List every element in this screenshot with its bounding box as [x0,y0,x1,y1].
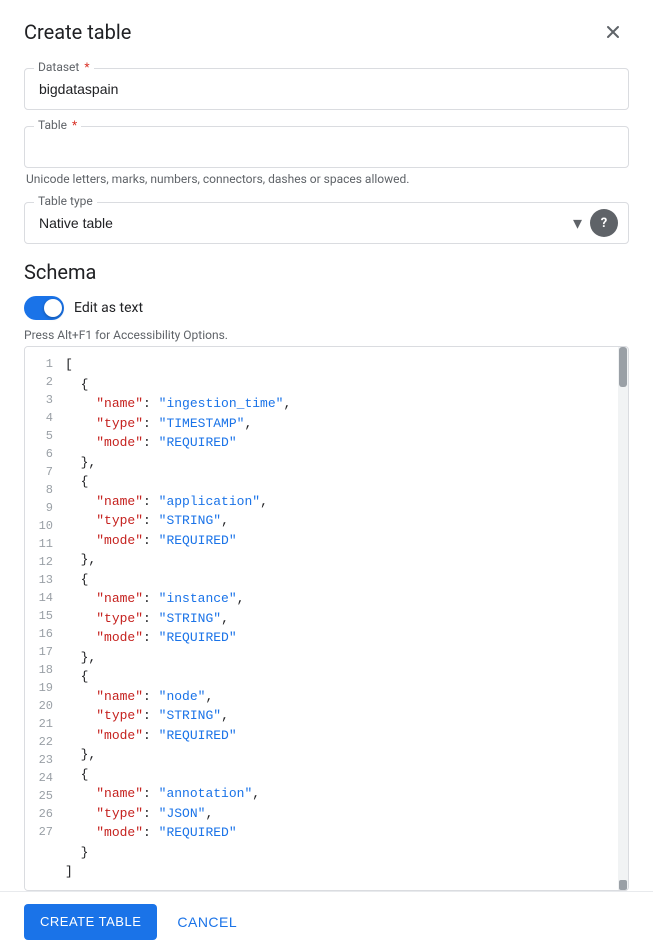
table-type-group: Table type Native table External table V… [24,202,629,244]
table-field-group: Table * Unicode letters, marks, numbers,… [24,126,629,186]
table-type-select[interactable]: Native table External table View Materia… [25,203,565,243]
chevron-down-icon: ▾ [565,213,590,234]
dataset-field-group: Dataset * [24,68,629,110]
table-required-marker: * [72,118,77,132]
table-type-select-wrap: Native table External table View Materia… [24,202,629,244]
table-type-label: Table type [34,194,97,208]
close-icon [603,22,623,42]
dialog-title: Create table [24,20,131,44]
dialog-footer: CREATE TABLE CANCEL [0,891,653,952]
dataset-label: Dataset * [34,60,94,74]
create-table-button[interactable]: CREATE TABLE [24,904,157,940]
table-label: Table * [34,118,81,132]
close-button[interactable] [597,16,629,48]
cancel-button[interactable]: CANCEL [173,906,241,938]
table-hint: Unicode letters, marks, numbers, connect… [24,172,629,186]
schema-section: Schema Edit as text Press Alt+F1 for Acc… [24,260,629,891]
scrollbar[interactable] [618,347,628,890]
help-icon[interactable]: ? [590,209,618,237]
schema-title: Schema [24,260,629,284]
dataset-required-marker: * [84,60,89,74]
dialog-body: Dataset * Table * Unicode letters, marks… [0,60,653,891]
edit-as-text-toggle[interactable] [24,296,64,320]
toggle-label: Edit as text [74,300,143,316]
accessibility-hint: Press Alt+F1 for Accessibility Options. [24,328,629,342]
code-editor[interactable]: 1 2 3 4 5 6 7 8 9 10 11 12 13 14 15 16 1 [24,346,629,891]
table-input[interactable] [24,126,629,168]
scrollbar-thumb [619,347,627,387]
toggle-row: Edit as text [24,296,629,320]
toggle-track [24,296,64,320]
dialog-header: Create table [0,0,653,60]
create-table-dialog: Create table Dataset * Table * Unicode l… [0,0,653,952]
code-content: [ { "name": "ingestion_time", "type": "T… [61,347,618,890]
toggle-thumb [44,299,62,317]
scrollbar-bottom-thumb [619,880,627,890]
line-numbers: 1 2 3 4 5 6 7 8 9 10 11 12 13 14 15 16 1 [25,347,61,890]
dataset-input[interactable] [24,68,629,110]
